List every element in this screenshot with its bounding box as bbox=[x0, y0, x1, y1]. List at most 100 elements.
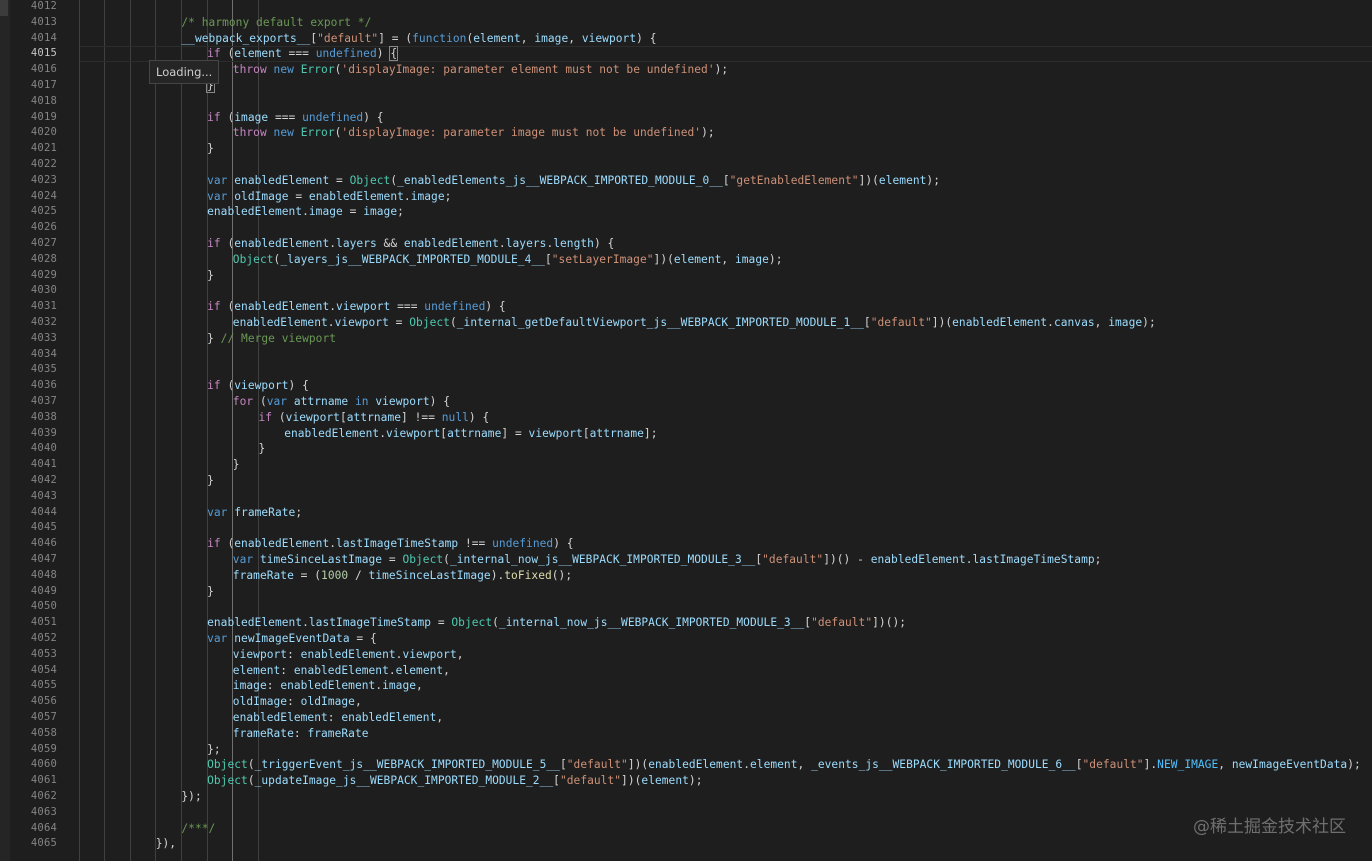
code-token: [ bbox=[863, 316, 871, 329]
code-line[interactable]: 4062}); bbox=[0, 789, 1372, 805]
code-token: element bbox=[473, 31, 521, 45]
code-token: Object bbox=[207, 774, 248, 788]
code-line[interactable]: 4023 var enabledElement = Object(_enabled… bbox=[0, 173, 1372, 189]
code-token: ) { bbox=[593, 237, 615, 250]
code-line[interactable]: 4021} bbox=[0, 141, 1372, 157]
code-line[interactable]: 4041} bbox=[0, 457, 1372, 473]
code-line[interactable]: 4058 frameRate: frameRate bbox=[0, 726, 1372, 742]
code-line[interactable]: 4048 frameRate = (1000 / timeSinceLastIma… bbox=[0, 568, 1372, 584]
code-line[interactable]: 4030 bbox=[0, 283, 1372, 299]
watermark: @稀土掘金技术社区 bbox=[1193, 817, 1346, 837]
line-number: 4057 bbox=[30, 711, 57, 723]
code-line[interactable]: 4050 bbox=[0, 599, 1372, 615]
code-line[interactable]: 4012 bbox=[0, 0, 1372, 15]
code-token: ( bbox=[272, 410, 286, 424]
code-line[interactable]: 4061 Object(_updateImage_js__WEBPACK_IMPO… bbox=[0, 773, 1372, 789]
line-code: throw new Error('displayImage: parameter… bbox=[233, 62, 728, 78]
code-token: enabledElement bbox=[207, 205, 303, 219]
code-token: ])( bbox=[931, 316, 953, 329]
code-token: . bbox=[743, 758, 750, 772]
code-line[interactable]: 4027 if (enabledElement.layers && enabled… bbox=[0, 236, 1372, 252]
code-line[interactable]: 4022 bbox=[0, 157, 1372, 173]
line-number: 4042 bbox=[30, 474, 57, 486]
code-line[interactable]: 4028 Object(_layers_js__WEBPACK_IMPORTED_… bbox=[0, 252, 1372, 268]
code-line[interactable]: 4064 /***/ bbox=[0, 821, 1372, 837]
code-line[interactable]: 4045 bbox=[0, 520, 1372, 536]
code-token: NEW_IMAGE bbox=[1157, 758, 1219, 772]
code-line[interactable]: 4054 element: enabledElement.element, bbox=[0, 663, 1372, 679]
code-line[interactable]: 4065}), bbox=[0, 836, 1372, 852]
code-line[interactable]: 4038 if (viewport[attrname] !== null) { bbox=[0, 410, 1372, 426]
code-line[interactable]: 4051 enabledElement.lastImageTimeStamp = … bbox=[0, 615, 1372, 631]
code-token: frameRate bbox=[232, 568, 294, 582]
code-token: : bbox=[293, 726, 308, 740]
code-editor[interactable]: 4012 4013 /* harmony default export */ 4014… bbox=[0, 0, 1372, 861]
matched-bracket: { bbox=[389, 46, 399, 62]
code-line[interactable]: 4063 bbox=[0, 805, 1372, 821]
code-line[interactable]: 4018 bbox=[0, 94, 1372, 110]
code-token: ])() - bbox=[823, 553, 871, 566]
line-number: 4015 bbox=[30, 47, 57, 60]
code-line[interactable]: 4034 bbox=[0, 347, 1372, 363]
code-line[interactable]: 4031 if (enabledElement.viewport === unde… bbox=[0, 299, 1372, 315]
code-line[interactable]: 4043 bbox=[0, 489, 1372, 505]
code-line[interactable]: 4026 bbox=[0, 220, 1372, 236]
code-line[interactable]: 4044 var frameRate; bbox=[0, 505, 1372, 521]
code-line[interactable]: 4014 __webpack_exports__["default"] = (fu… bbox=[0, 31, 1372, 47]
code-line[interactable]: 4029} bbox=[0, 268, 1372, 284]
code-line[interactable]: 4013 /* harmony default export */ bbox=[0, 15, 1372, 31]
code-line[interactable]: 4042} bbox=[0, 473, 1372, 489]
code-line[interactable]: 4035 bbox=[0, 362, 1372, 378]
code-line[interactable]: 4024 var oldImage = enabledElement.image; bbox=[0, 189, 1372, 205]
line-number: 4016 bbox=[30, 63, 57, 76]
line-code: var timeSinceLastImage = Object(_interna… bbox=[233, 552, 1102, 568]
code-line[interactable]: 4039 enabledElement.viewport[attrname] = … bbox=[0, 426, 1372, 442]
code-line[interactable]: 4032 enabledElement.viewport = Object(_in… bbox=[0, 315, 1372, 331]
line-code: } bbox=[207, 584, 214, 600]
code-line[interactable]: 4056 oldImage: oldImage, bbox=[0, 694, 1372, 710]
line-code: enabledElement.lastImageTimeStamp = Obje… bbox=[207, 615, 906, 631]
code-token: /***/ bbox=[181, 821, 216, 835]
code-token: }); bbox=[181, 790, 202, 803]
code-token: : bbox=[266, 679, 281, 693]
code-token: image bbox=[234, 110, 269, 124]
code-token: } bbox=[207, 268, 214, 282]
code-token: throw bbox=[232, 126, 267, 140]
line-code: for (var attrname in viewport) { bbox=[233, 394, 450, 410]
code-line[interactable]: 4059}; bbox=[0, 742, 1372, 758]
code-line[interactable]: 4047 var timeSinceLastImage = Object(_int… bbox=[0, 552, 1372, 568]
code-line[interactable]: 4046 if (enabledElement.lastImageTimeStam… bbox=[0, 536, 1372, 552]
code-token: viewport bbox=[581, 31, 637, 45]
code-line[interactable]: 4025 enabledElement.image = image; bbox=[0, 204, 1372, 220]
code-token: ])( bbox=[621, 774, 642, 788]
code-token: : bbox=[327, 711, 342, 724]
code-line[interactable]: 4037 for (var attrname in viewport) { bbox=[0, 394, 1372, 410]
code-line[interactable]: 4049} bbox=[0, 584, 1372, 600]
code-line[interactable]: 4033} // Merge viewport bbox=[0, 331, 1372, 347]
code-line[interactable]: 4052 var newImageEventData = { bbox=[0, 631, 1372, 647]
line-number: 4017 bbox=[30, 79, 57, 91]
code-line[interactable]: 4020 throw new Error('displayImage: param… bbox=[0, 125, 1372, 141]
line-code: enabledElement.viewport[attrname] = view… bbox=[284, 426, 657, 442]
code-token: var bbox=[207, 505, 228, 519]
line-code: var oldImage = enabledElement.image; bbox=[207, 189, 451, 205]
line-code: viewport: enabledElement.viewport, bbox=[233, 647, 464, 663]
code-line[interactable]: 4036 if (viewport) { bbox=[0, 378, 1372, 394]
code-token: var bbox=[207, 632, 228, 645]
code-token: "default" bbox=[317, 31, 379, 45]
code-line[interactable]: 4057 enabledElement: enabledElement, bbox=[0, 710, 1372, 726]
code-token: , bbox=[443, 663, 450, 677]
code-line[interactable]: 4060 Object(_triggerEvent_js__WEBPACK_IMP… bbox=[0, 757, 1372, 773]
code-line[interactable]: 4019 if (image === undefined) { bbox=[0, 110, 1372, 126]
code-line[interactable]: 4055 image: enabledElement.image, bbox=[0, 678, 1372, 694]
code-line[interactable]: 4040} bbox=[0, 441, 1372, 457]
line-code: frameRate = (1000 / timeSinceLastImage).… bbox=[233, 568, 572, 584]
code-token: Object bbox=[409, 316, 450, 329]
code-line[interactable]: 4053 viewport: enabledElement.viewport, bbox=[0, 647, 1372, 663]
code-token: length bbox=[553, 237, 594, 250]
code-token: [ bbox=[544, 252, 552, 266]
code-token: [ bbox=[722, 173, 730, 187]
